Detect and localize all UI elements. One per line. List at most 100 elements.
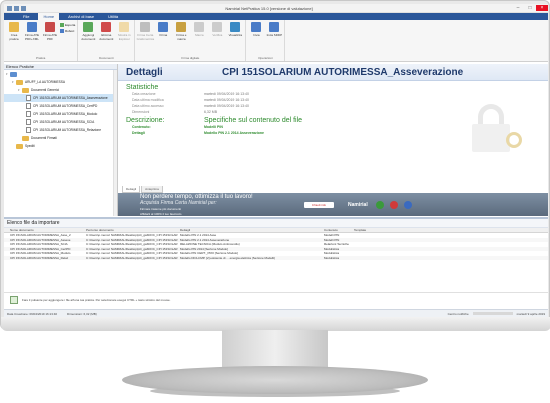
banner-bullet: Firmare insieme più documenti xyxy=(140,206,182,211)
monitor-frame: Namirial NetPratica 15.0 [versione di va… xyxy=(0,0,550,331)
app-window: Namirial NetPratica 15.0 [versione di va… xyxy=(4,4,548,317)
firma-ate-pdfxml-button[interactable]: Firma ATE PDF+XML xyxy=(24,22,40,56)
ribbon-group-pratica: Crea pratica Firma ATE PDF+XML Firma ATE… xyxy=(4,20,79,61)
detail-title: Dettagli xyxy=(126,66,163,78)
firma-ate-pdf-button[interactable]: Firma ATE PDF xyxy=(42,22,58,56)
new-folder-icon xyxy=(9,22,19,32)
quick-access-toolbar xyxy=(4,5,26,11)
close-button[interactable]: × xyxy=(536,5,548,11)
notification-center-label[interactable]: Centro notifiche xyxy=(448,312,469,316)
folder-icon xyxy=(16,143,23,149)
add-document-icon xyxy=(83,22,94,32)
folder-icon xyxy=(22,87,29,93)
title-bar: Namirial NetPratica 15.0 [versione di va… xyxy=(4,4,548,13)
status-size: Dimensioni: 6,32 (MB) xyxy=(67,311,97,316)
aggiungi-documenti-button[interactable]: Aggiungi documenti xyxy=(80,22,96,56)
minimize-button[interactable]: – xyxy=(512,5,524,11)
detail-header: Dettagli CPI 151SOLARIUM AUTORIMESSA_Ass… xyxy=(118,64,548,81)
add-file-icon[interactable] xyxy=(10,295,18,304)
banner-subline: Acquista Firma Certa Namirial per: xyxy=(140,199,217,206)
status-created: Data Creazione: 09/04/2019 16:13:40 xyxy=(7,311,58,316)
send-icon xyxy=(251,22,262,32)
folder-icon xyxy=(22,135,29,141)
tree-node-file[interactable]: CPI 151SOLARIUM AUTORIMESSA_Asseverazion… xyxy=(4,94,117,102)
tree-node-root[interactable]: ▾ xyxy=(4,70,117,78)
import-hint: Fare il pulsante per aggiungere i file a… xyxy=(4,292,548,306)
document-icon xyxy=(26,95,31,101)
ribbon-group-firma: Firma Certa Grafometrica Firma Firma e m… xyxy=(135,20,247,61)
status-bar: Data Creazione: 09/04/2019 16:13:40 Dime… xyxy=(4,309,548,317)
partner-logo-icon xyxy=(389,200,398,209)
sign-stamp-icon xyxy=(176,22,187,32)
monitor-stand-neck xyxy=(222,330,328,368)
status-date: martedì 9 aprile 2019 xyxy=(516,311,545,316)
import-panel: Elenco file da importare Nome documento … xyxy=(4,217,548,309)
tree-scrollbar[interactable] xyxy=(113,70,117,216)
firma-button[interactable]: Firma xyxy=(155,22,171,56)
import-title: Elenco file da importare xyxy=(4,219,548,228)
tab-home[interactable]: Home xyxy=(38,13,60,20)
tree-node-file[interactable]: CPI 151SOLARIUM AUTORIMESSA_SCIA xyxy=(4,118,117,126)
column-header[interactable]: Contenuto xyxy=(324,228,354,232)
table-row[interactable]: CPI 151SOLARIUM AUTORIMESSA_Relaz C:\User… xyxy=(4,255,548,260)
main-area: Elenco Pratiche ▾ ▾ ARUFF_LA AUTORIMESSA… xyxy=(4,64,548,216)
ribbon: Crea pratica Firma ATE PDF+XML Firma ATE… xyxy=(4,20,548,62)
tree-node-file[interactable]: CPI 151SOLARIUM AUTORIMESSA_Relazione xyxy=(4,126,117,134)
view-icon xyxy=(230,22,241,32)
lock-watermark-icon xyxy=(458,104,522,154)
marca-button[interactable]: Marca xyxy=(191,22,207,56)
firma-grafometrica-button[interactable]: Firma Certa Grafometrica xyxy=(137,22,154,56)
status-progress-bar xyxy=(472,312,513,315)
tree-node-documenti-firmati[interactable]: Documenti Firmati xyxy=(4,134,117,142)
tree-node-documenti-generici[interactable]: ▾ Documenti Generici xyxy=(4,86,117,94)
signature-pad-icon xyxy=(140,22,151,32)
tab-utilita[interactable]: Utilità xyxy=(103,13,123,20)
tab-dettagli[interactable]: Dettagli xyxy=(122,186,141,193)
monitor-stand-base xyxy=(122,366,428,394)
verifica-button[interactable]: Verifica xyxy=(209,22,225,56)
column-header[interactable]: Dettagli xyxy=(180,228,324,232)
ruboci-button[interactable]: Ruboci xyxy=(60,29,75,33)
tree-node-spediti[interactable]: Spediti xyxy=(4,142,117,150)
explorer-icon xyxy=(119,22,130,32)
invia-button[interactable]: Invia xyxy=(248,22,264,56)
maximize-button[interactable]: □ xyxy=(524,5,536,11)
column-header[interactable]: Percorso documento xyxy=(86,228,180,232)
restore-icon xyxy=(60,29,64,33)
save-icon[interactable] xyxy=(14,5,19,11)
tab-file[interactable]: File xyxy=(18,13,34,20)
stamp-icon xyxy=(194,22,205,32)
stats-title: Statistiche xyxy=(126,84,159,91)
export-icon xyxy=(60,23,64,27)
pratiche-tree-panel: Elenco Pratiche ▾ ▾ ARUFF_LA AUTORIMESSA… xyxy=(4,64,118,216)
invia-sddp-button[interactable]: Invia SDDP xyxy=(266,22,282,56)
chiedi-info-button[interactable]: Chiedi info xyxy=(304,201,334,208)
partner-logo-icon xyxy=(375,200,384,209)
ribbon-group-label: Operazioni xyxy=(258,56,273,60)
ribbon-group-documenti: Aggiungi documenti Elimina documenti Mos… xyxy=(78,20,136,61)
elimina-documenti-button[interactable]: Elimina documenti xyxy=(98,22,114,56)
column-header[interactable]: Template xyxy=(354,228,394,232)
visualizza-button[interactable]: Visualizza xyxy=(227,22,243,56)
app-icon xyxy=(7,5,12,11)
document-icon xyxy=(26,127,31,133)
window-title: Namirial NetPratica 15.0 [versione di va… xyxy=(225,5,313,11)
firma-marca-button[interactable]: Firma e marca xyxy=(173,22,189,56)
menu-tabs: File Home Archivi di base Utilità xyxy=(4,13,548,20)
esporta-button[interactable]: Esporta xyxy=(60,23,75,27)
tab-anteprima[interactable]: Anteprima xyxy=(141,186,163,193)
pdf-icon xyxy=(45,22,55,32)
crea-pratica-button[interactable]: Crea pratica xyxy=(6,22,22,56)
detail-panel: Dettagli CPI 151SOLARIUM AUTORIMESSA_Ass… xyxy=(118,64,548,216)
tree-node-pratica[interactable]: ▾ ARUFF_LA AUTORIMESSA xyxy=(4,78,117,86)
column-header[interactable]: Nome documento xyxy=(10,228,86,232)
banner-bullet: Affidarti al 100% il tuo fascicolo xyxy=(140,211,182,216)
verify-icon xyxy=(212,22,223,32)
mostra-explorer-button[interactable]: Mostra in Explorer xyxy=(116,22,132,56)
monitor-bezel xyxy=(1,317,550,331)
tree-node-file[interactable]: CPI 151SOLARIUM AUTORIMESSA_Modulo xyxy=(4,110,117,118)
tree-node-file[interactable]: CPI 151SOLARIUM AUTORIMESSA_CertPD xyxy=(4,102,117,110)
document-icon xyxy=(26,103,31,109)
tab-archivi[interactable]: Archivi di base xyxy=(63,13,99,20)
partner-logo-icon xyxy=(403,200,412,209)
